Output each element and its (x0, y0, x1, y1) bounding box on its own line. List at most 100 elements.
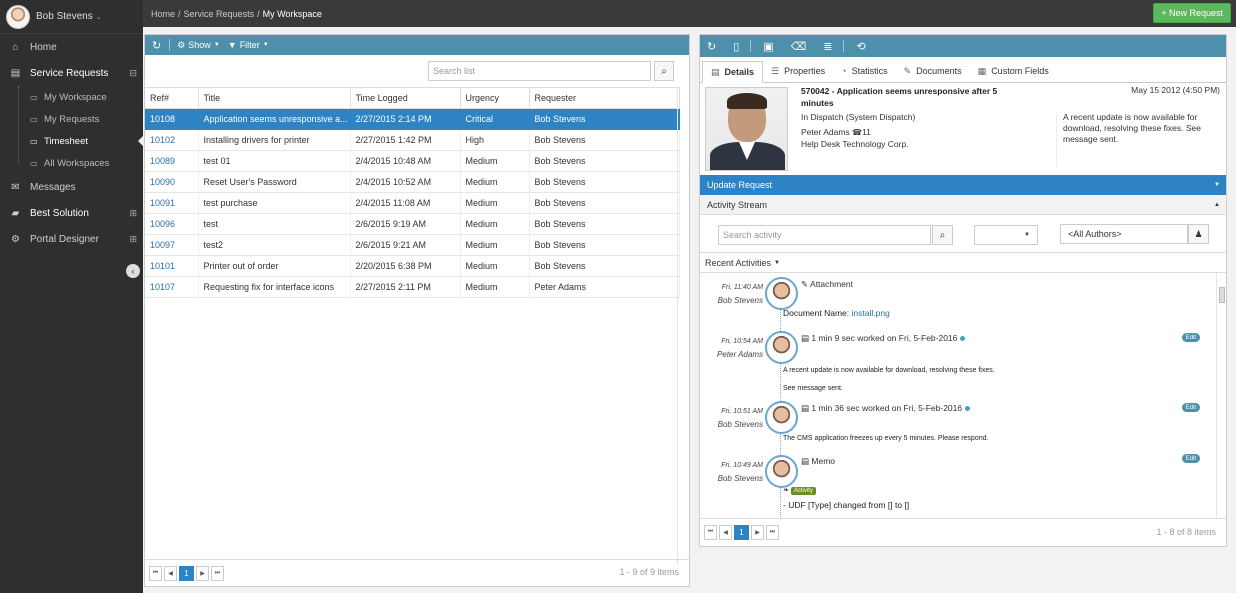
sidebar-item-service-requests[interactable]: ▤ Service Requests ⊟ (0, 60, 143, 86)
caret-down-icon: ▼ (774, 259, 780, 266)
first-page-icon[interactable]: ⏮ (149, 565, 162, 581)
table-row[interactable]: 10097 test2 2/6/2015 9:21 AM Medium Bob … (145, 234, 680, 256)
cell-ref[interactable]: 10089 (145, 150, 199, 172)
table-row[interactable]: 10090 Reset User's Password 2/4/2015 10:… (145, 171, 680, 193)
column-header-requester[interactable]: Requester (529, 87, 680, 109)
activity-scrollbar[interactable] (1216, 273, 1226, 518)
sidebar-subitem-my-workspace[interactable]: ▭ My Workspace (0, 86, 143, 108)
activity-time: Fri, 10:51 AM (721, 408, 763, 415)
sidebar-item-label: Portal Designer (30, 233, 99, 245)
column-header-ref[interactable]: Ref# (145, 87, 199, 109)
tab-properties[interactable]: ☰ Properties (763, 60, 833, 82)
edit-button[interactable]: Edit (1181, 403, 1200, 412)
cell-ref[interactable]: 10097 (145, 234, 199, 256)
tab-label: Documents (916, 66, 962, 76)
table-row[interactable]: 10108 Application seems unresponsive a..… (145, 108, 680, 130)
tab-details[interactable]: ▤ Details (702, 61, 764, 83)
authors-input[interactable]: <All Authors> (1060, 224, 1188, 244)
refresh-icon[interactable]: ↻ (152, 39, 161, 52)
edit-button[interactable]: Edit (1181, 454, 1200, 463)
list-scrollbar[interactable] (677, 87, 689, 565)
person-name[interactable]: Peter Adams (801, 127, 850, 137)
first-page-icon[interactable]: ⏮ (704, 525, 717, 540)
next-page-icon[interactable]: ▶ (196, 565, 209, 581)
edit-button[interactable]: Edit (1181, 333, 1200, 342)
sidebar-item-portal-designer[interactable]: ⚙ Portal Designer ⊞ (0, 226, 143, 252)
request-date: May 15 2012 (4:50 PM) (1131, 85, 1220, 95)
last-page-icon[interactable]: ⏭ (211, 565, 224, 581)
list-toolbar: ↻ ⚙ Show ▼ ▼ Filter ▼ (145, 35, 689, 55)
cell-ref[interactable]: 10101 (145, 255, 199, 277)
history-icon[interactable]: ⟲ (856, 40, 865, 53)
page-number[interactable]: 1 (179, 565, 194, 581)
cell-ref[interactable]: 10096 (145, 213, 199, 235)
column-header-urgency[interactable]: Urgency (460, 87, 530, 109)
attachment-link[interactable]: install.png (852, 308, 890, 318)
sidebar-item-best-solution[interactable]: ▰ Best Solution ⊞ (0, 200, 143, 226)
last-page-icon[interactable]: ⏭ (766, 525, 779, 540)
pdf-icon[interactable]: ▯ (733, 40, 739, 53)
cell-time: 2/27/2015 2:11 PM (350, 276, 461, 298)
trash-icon[interactable]: ⌫ (791, 40, 807, 53)
sidebar-subitem-my-requests[interactable]: ▭ My Requests (0, 108, 143, 130)
search-icon[interactable]: ⌕ (654, 61, 674, 81)
table-row[interactable]: 10107 Requesting fix for interface icons… (145, 276, 680, 298)
expand-icon[interactable]: ⊞ (129, 234, 137, 245)
activity-stream-header[interactable]: Activity Stream ▲ (700, 195, 1226, 215)
table-row[interactable]: 10096 test 2/6/2015 9:19 AM Medium Bob S… (145, 213, 680, 235)
prev-page-icon[interactable]: ◀ (164, 565, 177, 581)
table-row[interactable]: 10101 Printer out of order 2/20/2015 6:3… (145, 255, 680, 277)
photo-hair (727, 93, 767, 109)
search-icon[interactable]: ⌕ (932, 225, 953, 245)
expand-icon[interactable]: ⊞ (129, 208, 137, 219)
cell-urgency: High (460, 129, 530, 151)
breadcrumb-home[interactable]: Home (151, 9, 175, 19)
refresh-icon[interactable]: ↻ (707, 40, 716, 53)
user-icon[interactable]: ♟ (1188, 224, 1209, 244)
collapse-icon[interactable]: ⊟ (129, 68, 137, 79)
cell-title: test2 (198, 234, 351, 256)
scrollbar-thumb[interactable] (1219, 287, 1225, 303)
search-list-input[interactable]: Search list (428, 61, 651, 81)
breadcrumb-section[interactable]: Service Requests (184, 9, 255, 19)
cell-ref[interactable]: 10090 (145, 171, 199, 193)
sidebar-subitem-all-workspaces[interactable]: ▭ All Workspaces (0, 152, 143, 174)
table-row[interactable]: 10089 test 01 2/4/2015 10:48 AM Medium B… (145, 150, 680, 172)
update-request-bar[interactable]: Update Request ▼ (700, 175, 1226, 195)
collapse-sidebar-icon[interactable]: ‹ (126, 264, 140, 278)
page-number[interactable]: 1 (734, 525, 749, 540)
sidebar-item-home[interactable]: ⌂ Home (0, 34, 143, 60)
tab-custom-fields[interactable]: ▦ Custom Fields (970, 60, 1057, 82)
cell-urgency: Medium (460, 171, 530, 193)
sidebar-subitem-timesheet[interactable]: ▭ Timesheet (0, 130, 143, 152)
user-menu[interactable]: Bob Stevens ⌄ (0, 0, 143, 34)
show-menu-button[interactable]: ⚙ Show ▼ (177, 40, 220, 51)
search-activity-input[interactable]: Search activity (718, 225, 931, 245)
prev-page-icon[interactable]: ◀ (719, 525, 732, 540)
filter-menu-button[interactable]: ▼ Filter ▼ (228, 40, 269, 50)
tab-statistics[interactable]: ◔ Statistics (833, 60, 895, 82)
tab-documents[interactable]: ✎ Documents (896, 60, 970, 82)
cell-ref[interactable]: 10102 (145, 129, 199, 151)
cell-ref[interactable]: 10108 (145, 108, 199, 130)
save-icon[interactable]: ▣ (763, 40, 773, 53)
avatar (6, 4, 30, 29)
avatar (765, 277, 798, 310)
next-page-icon[interactable]: ▶ (751, 525, 764, 540)
paperclip-icon: ✎ (801, 279, 809, 289)
column-header-time-logged[interactable]: Time Logged (350, 87, 461, 109)
table-row[interactable]: 10102 Installing drivers for printer 2/2… (145, 129, 680, 151)
tab-label: Properties (784, 66, 826, 76)
new-request-button[interactable]: + New Request (1153, 3, 1231, 23)
filter-label: Filter (239, 40, 260, 50)
cell-ref[interactable]: 10107 (145, 276, 199, 298)
cell-requester: Bob Stevens (529, 129, 680, 151)
recent-activities-header[interactable]: Recent Activities ▼ (700, 253, 1226, 273)
document-icon: ▤ (711, 66, 720, 77)
sidebar-item-messages[interactable]: ✉ Messages (0, 174, 143, 200)
cell-ref[interactable]: 10091 (145, 192, 199, 214)
activity-type-select[interactable]: ▼ (974, 225, 1038, 245)
column-header-title[interactable]: Title (198, 87, 351, 109)
queue-icon[interactable]: ≣ (823, 40, 832, 53)
table-row[interactable]: 10091 test purchase 2/4/2015 11:08 AM Me… (145, 192, 680, 214)
